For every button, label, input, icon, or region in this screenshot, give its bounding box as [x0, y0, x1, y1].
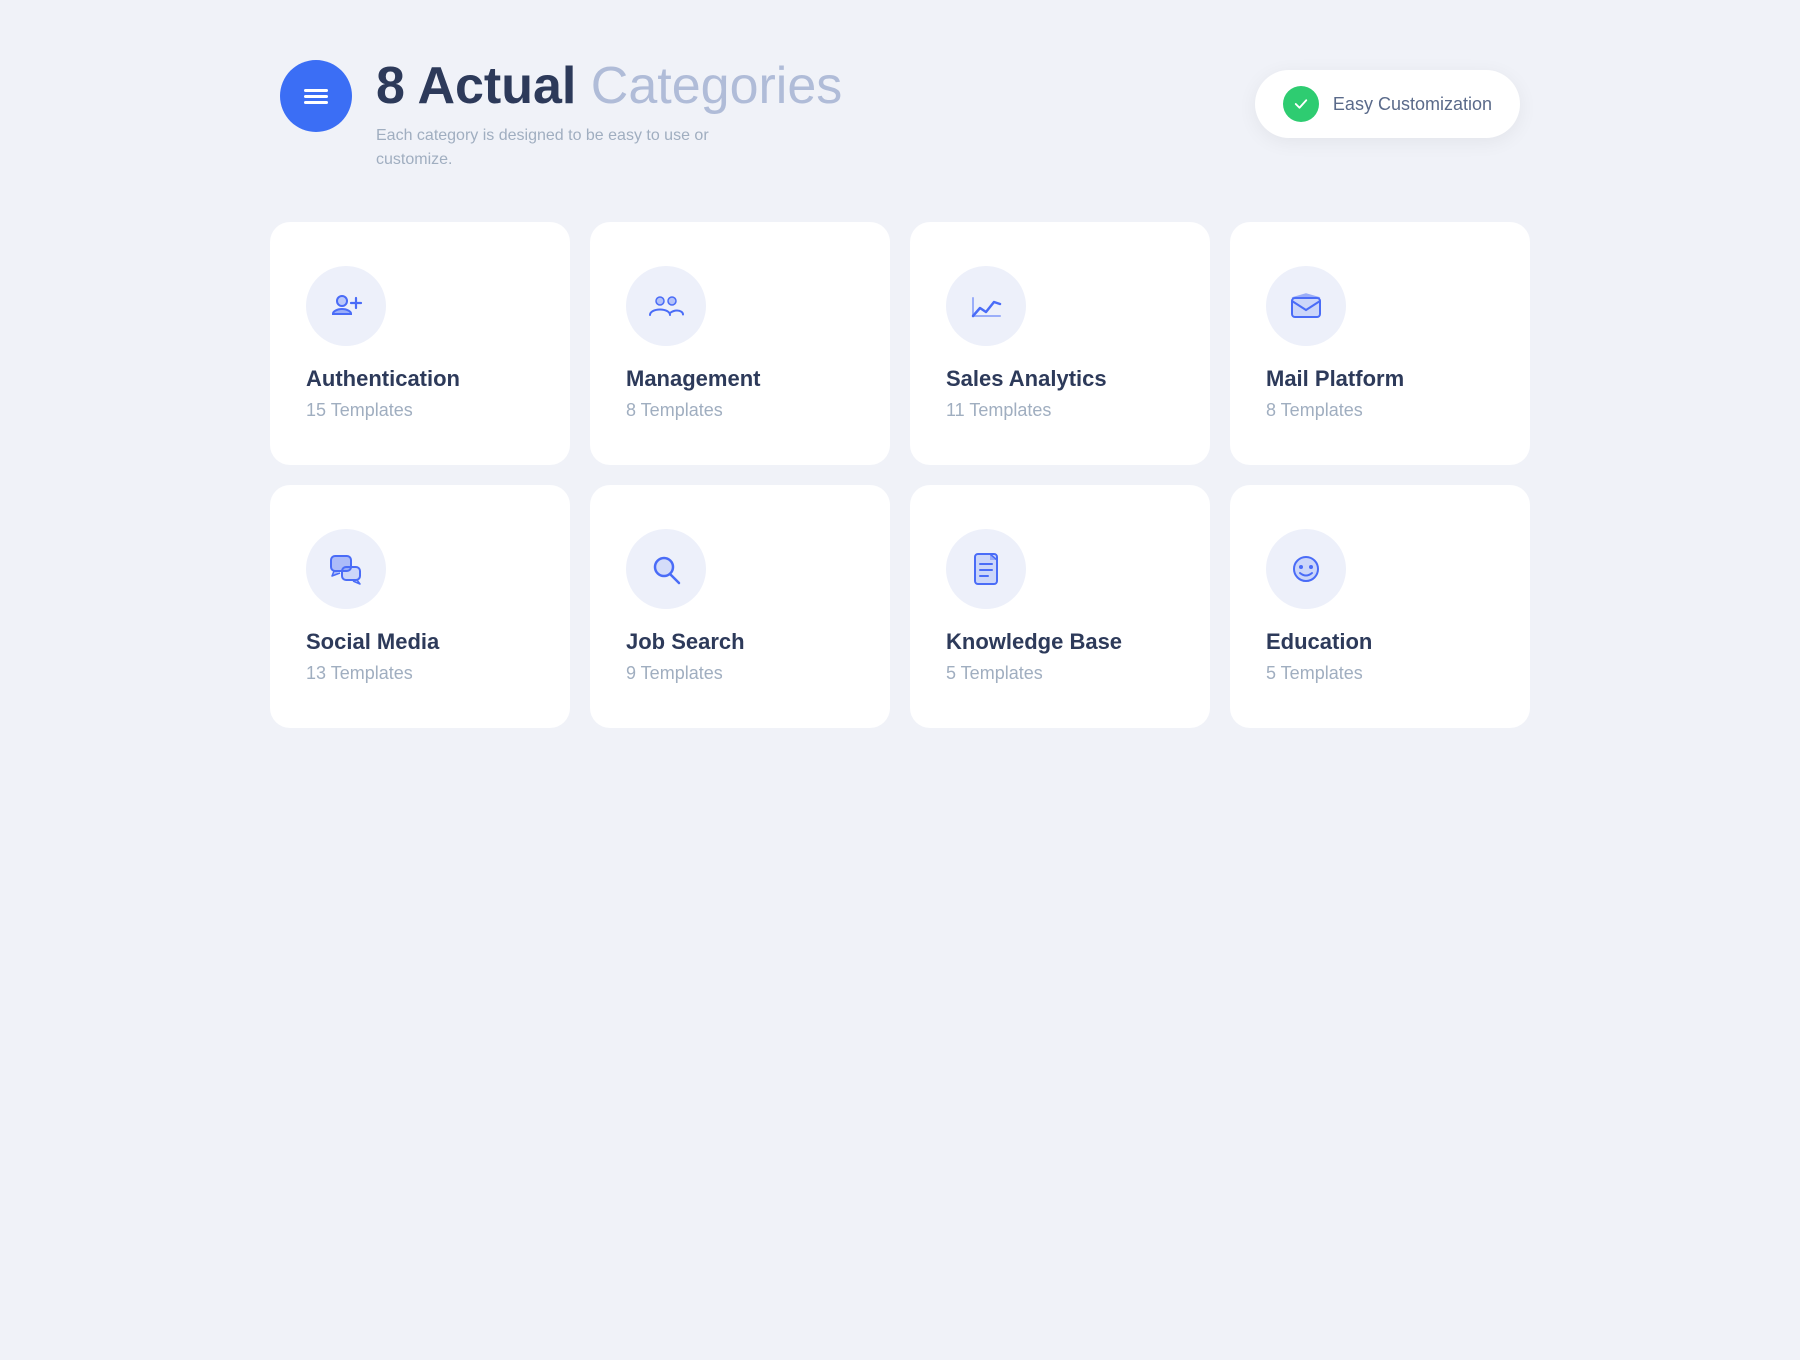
- card-title-job-search: Job Search: [626, 629, 854, 655]
- card-count-knowledge-base: 5 Templates: [946, 663, 1174, 684]
- card-management[interactable]: Management 8 Templates: [590, 222, 890, 465]
- card-icon-management: [626, 266, 706, 346]
- header-text: 8 Actual Categories Each category is des…: [376, 60, 842, 172]
- card-sales-analytics[interactable]: Sales Analytics 11 Templates: [910, 222, 1210, 465]
- card-icon-authentication: [306, 266, 386, 346]
- page-subtitle: Each category is designed to be easy to …: [376, 124, 756, 172]
- card-title-management: Management: [626, 366, 854, 392]
- card-count-mail-platform: 8 Templates: [1266, 400, 1494, 421]
- card-info-authentication: Authentication 15 Templates: [306, 366, 534, 421]
- card-info-knowledge-base: Knowledge Base 5 Templates: [946, 629, 1174, 684]
- easy-customization-badge: Easy Customization: [1255, 70, 1520, 138]
- page-wrapper: 8 Actual Categories Each category is des…: [270, 40, 1530, 748]
- card-title-education: Education: [1266, 629, 1494, 655]
- card-info-mail-platform: Mail Platform 8 Templates: [1266, 366, 1494, 421]
- card-icon-job-search: [626, 529, 706, 609]
- card-icon-knowledge-base: [946, 529, 1026, 609]
- card-title-sales-analytics: Sales Analytics: [946, 366, 1174, 392]
- card-count-job-search: 9 Templates: [626, 663, 854, 684]
- card-title-social-media: Social Media: [306, 629, 534, 655]
- card-icon-social-media: [306, 529, 386, 609]
- card-count-authentication: 15 Templates: [306, 400, 534, 421]
- card-count-education: 5 Templates: [1266, 663, 1494, 684]
- card-icon-mail-platform: [1266, 266, 1346, 346]
- card-count-sales-analytics: 11 Templates: [946, 400, 1174, 421]
- card-info-education: Education 5 Templates: [1266, 629, 1494, 684]
- badge-label: Easy Customization: [1333, 94, 1492, 115]
- card-count-social-media: 13 Templates: [306, 663, 534, 684]
- card-icon-education: [1266, 529, 1346, 609]
- card-authentication[interactable]: Authentication 15 Templates: [270, 222, 570, 465]
- header-left: 8 Actual Categories Each category is des…: [280, 60, 842, 172]
- check-icon: [1283, 86, 1319, 122]
- card-info-management: Management 8 Templates: [626, 366, 854, 421]
- card-title-mail-platform: Mail Platform: [1266, 366, 1494, 392]
- page-title: 8 Actual Categories: [376, 60, 842, 112]
- card-education[interactable]: Education 5 Templates: [1230, 485, 1530, 728]
- header: 8 Actual Categories Each category is des…: [270, 60, 1530, 172]
- card-count-management: 8 Templates: [626, 400, 854, 421]
- card-mail-platform[interactable]: Mail Platform 8 Templates: [1230, 222, 1530, 465]
- card-icon-sales-analytics: [946, 266, 1026, 346]
- card-title-knowledge-base: Knowledge Base: [946, 629, 1174, 655]
- card-social-media[interactable]: Social Media 13 Templates: [270, 485, 570, 728]
- menu-icon: [280, 60, 352, 132]
- card-info-sales-analytics: Sales Analytics 11 Templates: [946, 366, 1174, 421]
- card-info-job-search: Job Search 9 Templates: [626, 629, 854, 684]
- card-job-search[interactable]: Job Search 9 Templates: [590, 485, 890, 728]
- cards-grid: Authentication 15 Templates Management 8…: [270, 222, 1530, 728]
- card-title-authentication: Authentication: [306, 366, 534, 392]
- card-knowledge-base[interactable]: Knowledge Base 5 Templates: [910, 485, 1210, 728]
- card-info-social-media: Social Media 13 Templates: [306, 629, 534, 684]
